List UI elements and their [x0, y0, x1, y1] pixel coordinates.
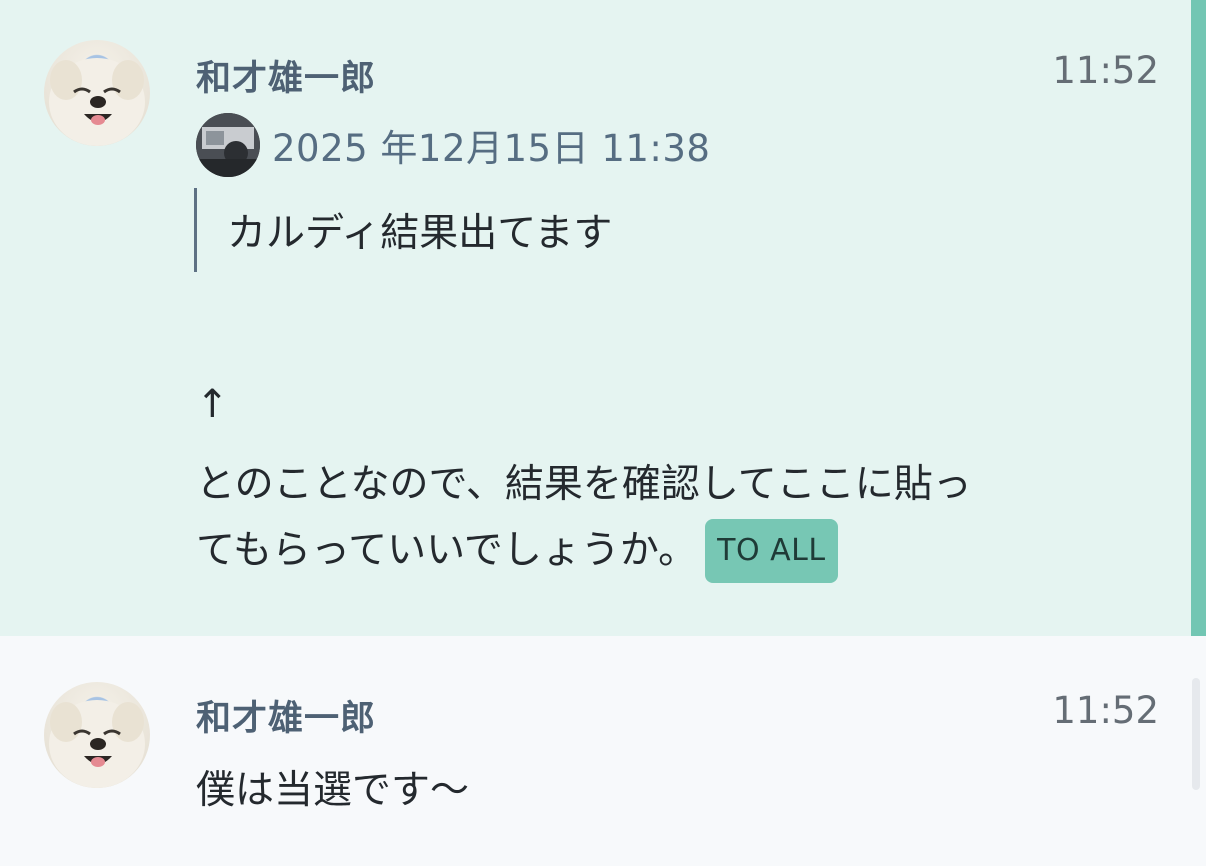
dog-avatar[interactable] [44, 682, 150, 788]
message-line: 僕は当選です～ [196, 768, 470, 813]
sender-name[interactable]: 和才雄一郎 [196, 690, 376, 741]
message-line: てもらっていいでしょうか。 [196, 528, 698, 573]
dog-avatar[interactable] [44, 40, 150, 146]
dog-face-icon [49, 58, 145, 146]
message-line-with-badge: てもらっていいでしょうか。 TO ALL [196, 518, 838, 584]
quote-date: 2025 年12月15日 11:38 [272, 127, 711, 170]
message-highlighted[interactable]: 和才雄一郎 11:52 2025 年12月15日 11:38 カルディ結果出てま… [0, 0, 1206, 636]
message-line: ↑ [196, 382, 229, 427]
mention-highlight-bar [1191, 0, 1206, 636]
sender-name[interactable]: 和才雄一郎 [196, 50, 376, 101]
message-time: 11:52 [1052, 689, 1159, 732]
quote-block: カルディ結果出てます [194, 188, 612, 272]
quote-header: 2025 年12月15日 11:38 [196, 112, 710, 178]
person-avatar[interactable] [196, 113, 260, 177]
message-line: とのことなので、結果を確認してここに貼っ [196, 462, 972, 507]
quote-text: カルディ結果出てます [227, 211, 613, 256]
message[interactable]: 和才雄一郎 11:52 僕は当選です～ [0, 636, 1206, 866]
person-photo-icon [196, 113, 260, 177]
scrollbar-thumb[interactable] [1192, 678, 1200, 790]
dog-face-icon [49, 700, 145, 788]
to-all-badge: TO ALL [705, 519, 838, 583]
chat-timeline: 和才雄一郎 11:52 2025 年12月15日 11:38 カルディ結果出てま… [0, 0, 1206, 866]
message-time: 11:52 [1052, 49, 1159, 92]
